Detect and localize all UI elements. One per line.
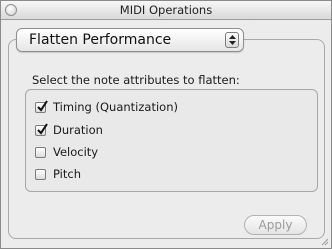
checkbox-pitch-box[interactable] bbox=[35, 168, 46, 180]
checkmark-icon bbox=[37, 122, 48, 135]
title-bar[interactable]: MIDI Operations bbox=[1, 1, 331, 20]
checkbox-pitch[interactable]: Pitch bbox=[35, 166, 81, 182]
operation-popup-menu[interactable]: Flatten Performance bbox=[16, 28, 244, 52]
checkbox-duration[interactable]: Duration bbox=[35, 122, 103, 138]
window-title: MIDI Operations bbox=[119, 3, 213, 17]
attributes-prompt: Select the note attributes to flatten: bbox=[32, 73, 240, 87]
checkbox-timing[interactable]: Timing (Quantization) bbox=[35, 99, 178, 115]
checkbox-velocity-box[interactable] bbox=[35, 146, 46, 158]
midi-operations-window: MIDI Operations Flatten Performance Sele… bbox=[0, 0, 332, 249]
checkbox-timing-label: Timing (Quantization) bbox=[53, 100, 178, 114]
resize-grip-icon[interactable] bbox=[319, 236, 329, 246]
checkbox-duration-box[interactable] bbox=[35, 122, 48, 136]
checkmark-icon bbox=[37, 99, 48, 112]
checkbox-velocity[interactable]: Velocity bbox=[35, 144, 98, 160]
checkbox-velocity-label: Velocity bbox=[53, 145, 99, 159]
apply-button[interactable]: Apply bbox=[244, 215, 307, 235]
checkbox-timing-box[interactable] bbox=[35, 99, 48, 113]
checkbox-pitch-label: Pitch bbox=[53, 167, 81, 181]
up-down-arrows-icon bbox=[225, 32, 239, 48]
operation-popup-label: Flatten Performance bbox=[29, 32, 172, 48]
checkbox-duration-label: Duration bbox=[53, 123, 103, 137]
